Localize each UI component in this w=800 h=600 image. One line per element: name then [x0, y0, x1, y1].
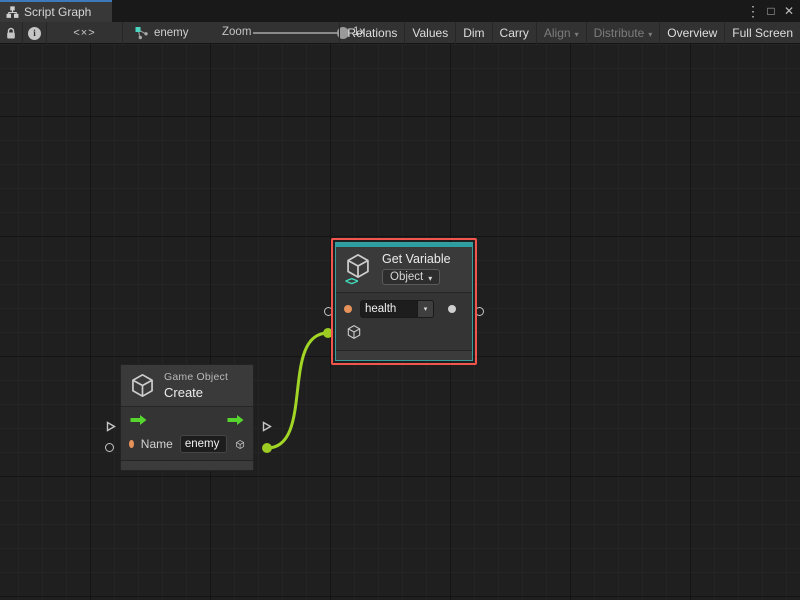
relations-button[interactable]: Relations — [339, 22, 404, 44]
info-button[interactable]: i — [23, 22, 47, 44]
selection-outline: <> Get Variable Object ▾ — [331, 238, 477, 365]
lock-button[interactable] — [0, 22, 23, 44]
object-port-icon[interactable] — [346, 324, 362, 340]
name-value-port[interactable] — [105, 443, 114, 452]
variable-icon: <> — [344, 252, 374, 286]
node-footer — [121, 460, 253, 470]
graph-reference[interactable]: enemy — [134, 22, 189, 44]
variable-brackets-icon: <> — [345, 274, 357, 288]
variable-name-input[interactable] — [360, 300, 418, 318]
flow-input-port[interactable] — [104, 420, 117, 433]
gameobject-port-icon[interactable] — [235, 436, 245, 453]
name-row: Name — [121, 433, 253, 455]
create-gameobject-node[interactable]: Game Object Create Name — [120, 364, 254, 471]
carry-button[interactable]: Carry — [492, 22, 536, 44]
flow-row — [121, 409, 253, 431]
node-header: Game Object Create — [121, 365, 253, 406]
graph-canvas[interactable]: Game Object Create Name — [0, 44, 800, 600]
overview-button[interactable]: Overview — [659, 22, 724, 44]
node-title: Create — [164, 385, 228, 400]
code-icon: <×> — [73, 27, 95, 39]
code-preview-button[interactable]: <×> — [47, 22, 123, 44]
wire-start-port[interactable] — [262, 443, 272, 453]
info-icon: i — [28, 27, 41, 40]
toolbar-buttons: Relations Values Dim Carry Align ▾ Distr… — [339, 22, 800, 44]
chevron-down-icon: ▾ — [575, 30, 579, 39]
value-port-icon[interactable] — [129, 440, 134, 448]
lock-icon — [5, 27, 17, 40]
name-input[interactable] — [180, 435, 227, 453]
gameobject-cube-icon — [129, 372, 156, 399]
title-bar: Script Graph ⋮ □ ✕ — [0, 0, 800, 22]
graph-tree-icon — [6, 6, 19, 19]
script-graph-window: Script Graph ⋮ □ ✕ i <×> — [0, 0, 800, 600]
graph-toolbar: i <×> enemy Zoom 1x Relations Values Dim… — [0, 22, 800, 44]
distribute-button[interactable]: Distribute ▾ — [586, 22, 660, 44]
script-graph-asset-icon — [134, 26, 149, 40]
variable-name-dropdown[interactable]: ▾ — [418, 300, 434, 318]
tab-script-graph[interactable]: Script Graph — [0, 0, 112, 22]
zoom-slider-track[interactable] — [253, 32, 345, 34]
align-button[interactable]: Align ▾ — [536, 22, 586, 44]
variable-name-row: ▾ — [336, 297, 472, 321]
chevron-down-icon: ▾ — [648, 30, 652, 39]
flow-output-port[interactable] — [260, 420, 273, 433]
window-menu-icon[interactable]: ⋮ — [744, 0, 762, 22]
flow-in-arrow-icon[interactable] — [129, 414, 148, 426]
close-icon[interactable]: ✕ — [780, 0, 798, 22]
flow-out-arrow-icon[interactable] — [226, 414, 245, 426]
values-button[interactable]: Values — [404, 22, 455, 44]
value-port-icon[interactable] — [344, 305, 352, 313]
zoom-label: Zoom — [222, 26, 251, 38]
node-header: <> Get Variable Object ▾ — [336, 247, 472, 292]
variable-scope-dropdown[interactable]: Object ▾ — [382, 269, 440, 285]
node-body: Name — [121, 406, 253, 460]
output-port-icon[interactable] — [448, 305, 456, 313]
dim-button[interactable]: Dim — [455, 22, 491, 44]
graph-name: enemy — [154, 27, 189, 39]
maximize-icon[interactable]: □ — [762, 0, 780, 22]
node-type-namespace: Game Object — [164, 371, 228, 383]
node-body: ▾ — [336, 292, 472, 350]
tab-title: Script Graph — [24, 5, 91, 19]
object-row — [336, 321, 472, 343]
connection-wire[interactable] — [267, 333, 328, 448]
name-label: Name — [141, 437, 173, 451]
get-variable-node[interactable]: <> Get Variable Object ▾ — [335, 242, 473, 361]
node-footer — [336, 350, 472, 360]
chevron-down-icon: ▾ — [428, 274, 432, 283]
node-title: Get Variable — [382, 252, 451, 266]
fullscreen-button[interactable]: Full Screen — [724, 22, 800, 44]
